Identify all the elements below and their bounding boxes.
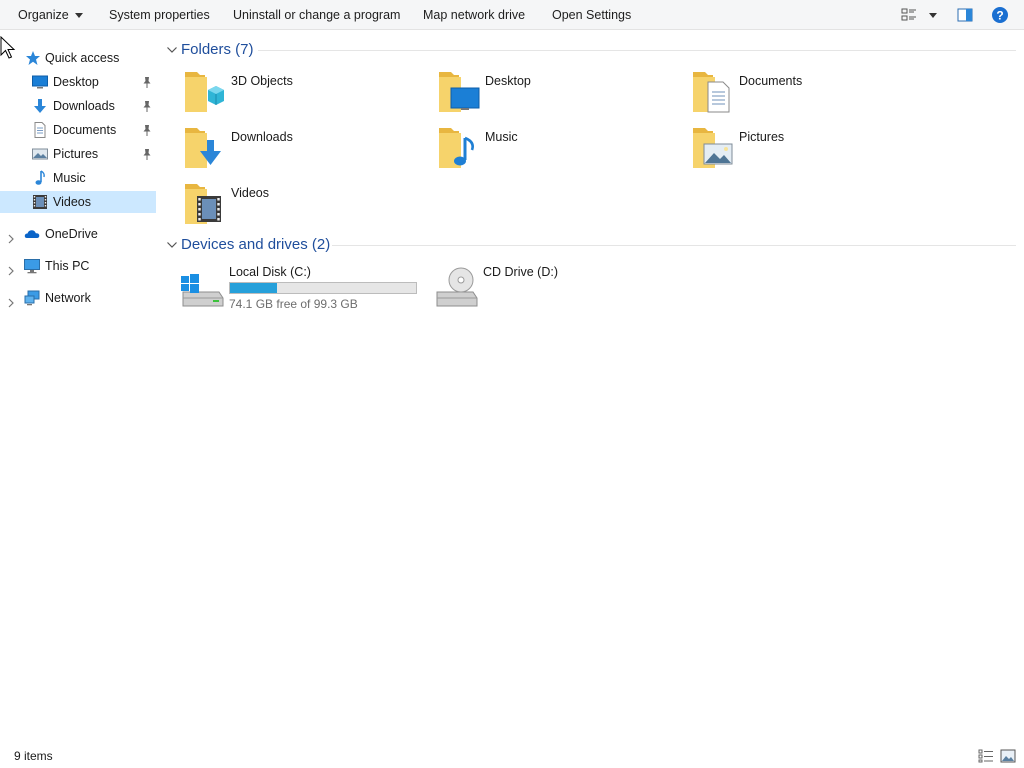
downloads-folder-icon (181, 124, 229, 172)
folder-label: Documents (739, 74, 803, 88)
nav-videos-label: Videos (53, 195, 91, 209)
chevron-down-icon (74, 13, 83, 19)
nav-this-pc-label: This PC (45, 259, 90, 273)
folder-label: Desktop (485, 74, 531, 88)
large-icons-view-icon[interactable] (1000, 749, 1016, 763)
documents-folder-icon (689, 68, 737, 116)
view-dropdown-chevron-icon[interactable] (924, 6, 942, 24)
folder-tile-downloads[interactable]: Downloads (181, 124, 421, 174)
help-icon[interactable]: ? (991, 6, 1009, 24)
folder-tile-pictures[interactable]: Pictures (689, 124, 929, 174)
nav-network-label: Network (45, 291, 91, 305)
mouse-cursor-icon (0, 35, 18, 62)
star-icon (25, 50, 41, 66)
nav-videos[interactable]: Videos (0, 191, 156, 213)
nav-quick-access-label: Quick access (45, 51, 120, 65)
nav-pictures-label: Pictures (53, 147, 99, 161)
nav-documents[interactable]: Documents (0, 119, 156, 141)
disk-usage-bar (229, 282, 417, 294)
disk-free-space: 74.1 GB free of 99.3 GB (229, 297, 358, 311)
documents-icon (32, 122, 48, 138)
drive-tile-cd-drive[interactable]: CD Drive (D:) (433, 262, 683, 312)
folder-label: 3D Objects (231, 74, 293, 88)
nav-this-pc[interactable]: This PC (0, 255, 156, 277)
svg-text:?: ? (996, 9, 1003, 23)
nav-downloads[interactable]: Downloads (0, 95, 156, 117)
organize-button[interactable]: Organize (18, 0, 83, 30)
navigation-pane: Quick access Desktop Downloads Documents… (0, 31, 156, 743)
drive-tile-local-disk[interactable]: Local Disk (C:) 74.1 GB free of 99.3 GB (179, 262, 429, 312)
computer-icon (24, 258, 40, 274)
pin-icon[interactable] (142, 123, 152, 137)
folder-tile-videos[interactable]: Videos (181, 180, 421, 230)
disk-usage-fill (230, 283, 278, 293)
folder-tile-music[interactable]: Music (435, 124, 675, 174)
nav-desktop-label: Desktop (53, 75, 99, 89)
group-divider (332, 245, 1016, 246)
folder-label: Music (485, 130, 518, 144)
folders-group-header[interactable]: Folders (7) (166, 39, 1018, 61)
folder-tile-documents[interactable]: Documents (689, 68, 929, 118)
pictures-icon (32, 146, 48, 162)
status-bar: 9 items (0, 744, 1024, 768)
drives-group-title: Devices and drives (2) (181, 236, 331, 253)
drive-label: CD Drive (D:) (483, 265, 558, 279)
music-folder-icon (435, 124, 483, 172)
drives-group-header[interactable]: Devices and drives (2) (166, 234, 1018, 256)
open-settings-button[interactable]: Open Settings (552, 0, 631, 30)
group-divider (258, 50, 1016, 51)
music-icon (32, 170, 48, 186)
folder-label: Videos (231, 186, 269, 200)
system-properties-button[interactable]: System properties (109, 0, 210, 30)
nav-music-label: Music (53, 171, 86, 185)
nav-pictures[interactable]: Pictures (0, 143, 156, 165)
network-icon (24, 290, 40, 306)
videos-icon (32, 194, 48, 210)
nav-music[interactable]: Music (0, 167, 156, 189)
organize-label: Organize (18, 8, 69, 22)
desktop-icon (32, 74, 48, 90)
desktop-folder-icon (435, 68, 483, 116)
folder-tile-desktop[interactable]: Desktop (435, 68, 675, 118)
cd-drive-icon (433, 262, 481, 310)
nav-onedrive-label: OneDrive (45, 227, 98, 241)
chevron-right-icon[interactable] (6, 229, 16, 244)
preview-pane-icon[interactable] (956, 6, 974, 24)
nav-documents-label: Documents (53, 123, 117, 137)
nav-desktop[interactable]: Desktop (0, 71, 156, 93)
nav-quick-access[interactable]: Quick access (0, 47, 156, 69)
folder-tile-3d-objects[interactable]: 3D Objects (181, 68, 421, 118)
3d-objects-folder-icon (181, 68, 229, 116)
nav-network[interactable]: Network (0, 287, 156, 309)
folder-label: Downloads (231, 130, 293, 144)
downloads-icon (32, 98, 48, 114)
nav-onedrive[interactable]: OneDrive (0, 223, 156, 245)
pin-icon[interactable] (142, 99, 152, 113)
nav-downloads-label: Downloads (53, 99, 115, 113)
chevron-right-icon[interactable] (6, 293, 16, 308)
command-bar: Organize System properties Uninstall or … (0, 0, 1024, 30)
windows-drive-icon (179, 262, 227, 310)
onedrive-cloud-icon (24, 226, 40, 242)
details-view-icon[interactable] (978, 749, 994, 763)
uninstall-program-button[interactable]: Uninstall or change a program (233, 0, 400, 30)
chevron-right-icon[interactable] (6, 261, 16, 276)
pin-icon[interactable] (142, 75, 152, 89)
pictures-folder-icon (689, 124, 737, 172)
item-count: 9 items (14, 749, 53, 763)
folder-label: Pictures (739, 130, 785, 144)
chevron-down-icon[interactable] (166, 44, 178, 56)
map-network-drive-button[interactable]: Map network drive (423, 0, 525, 30)
chevron-down-icon[interactable] (166, 239, 178, 251)
folders-group-title: Folders (7) (181, 41, 254, 58)
pin-icon[interactable] (142, 147, 152, 161)
change-view-icon[interactable] (900, 6, 918, 24)
drive-label: Local Disk (C:) (229, 265, 311, 279)
videos-folder-icon (181, 180, 229, 228)
